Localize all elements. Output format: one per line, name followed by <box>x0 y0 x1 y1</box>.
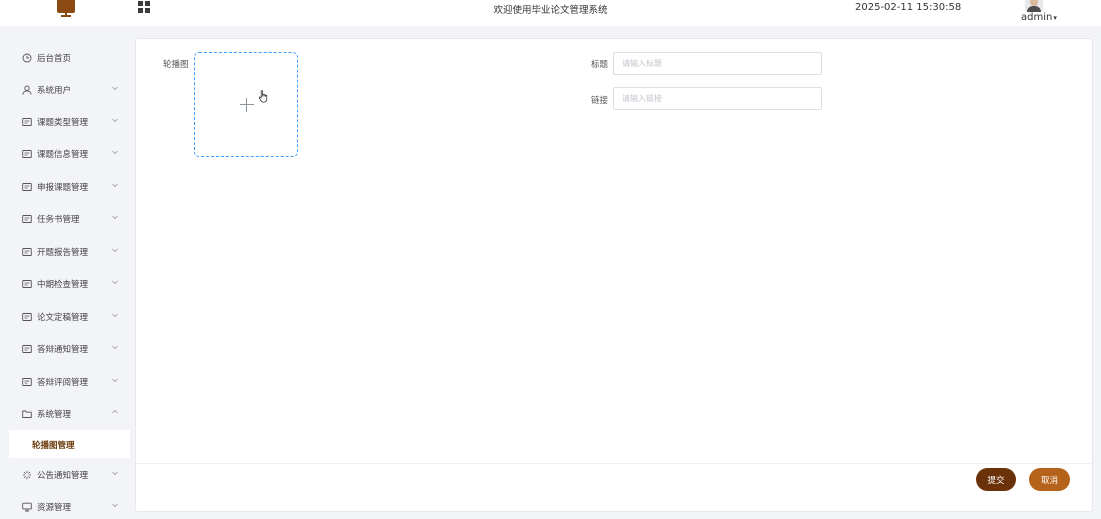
link-input[interactable] <box>613 87 822 110</box>
chevron-down-icon <box>112 86 118 91</box>
sidebar-item-midterm-checks[interactable]: 中期检查管理 <box>0 269 130 299</box>
sidebar-item-system-users[interactable]: 系统用户 <box>0 75 130 105</box>
image-upload[interactable] <box>194 52 298 157</box>
user-icon <box>22 85 32 95</box>
sidebar-item-label: 后台首页 <box>37 54 72 64</box>
chevron-down-icon <box>112 248 118 253</box>
username: admin <box>1021 12 1053 23</box>
card-icon <box>22 118 32 126</box>
caret-down-icon: ▾ <box>1053 14 1057 22</box>
sidebar-item-label: 答辩通知管理 <box>37 345 89 355</box>
top-header: 欢迎使用毕业论文管理系统 2025-02-11 15:30:58 admin▾ <box>0 0 1101 26</box>
chevron-down-icon <box>112 503 118 508</box>
plus-icon <box>240 104 254 105</box>
image-field-label: 轮播图 <box>163 60 189 70</box>
clock-icon <box>22 53 32 63</box>
submit-button[interactable]: 提交 <box>976 468 1016 491</box>
sidebar-item-label: 系统管理 <box>37 410 72 420</box>
sidebar-item-label: 论文定稿管理 <box>37 313 89 323</box>
title-input[interactable] <box>613 52 822 75</box>
chevron-down-icon <box>112 471 118 476</box>
card-icon <box>22 280 32 288</box>
monitor-icon <box>22 502 32 512</box>
user-menu[interactable]: admin▾ <box>1021 12 1057 23</box>
chevron-down-icon <box>112 313 118 318</box>
chevron-down-icon <box>112 378 118 383</box>
sidebar-item-home[interactable]: 后台首页 <box>0 43 130 73</box>
card-icon <box>22 215 32 223</box>
chevron-down-icon <box>112 118 118 123</box>
chevron-down-icon <box>112 150 118 155</box>
card-icon <box>22 248 32 256</box>
card-icon <box>22 313 32 321</box>
card-icon <box>22 150 32 158</box>
sparkle-icon <box>22 470 32 480</box>
chevron-down-icon <box>112 215 118 220</box>
datetime-display: 2025-02-11 15:30:58 <box>855 2 962 13</box>
sidebar: 后台首页 系统用户 课题类型管理 课题信息管理 申报课题管理 任务书管理 开题报… <box>0 26 130 519</box>
sidebar-item-label: 课题信息管理 <box>37 150 89 160</box>
sidebar-item-label: 开题报告管理 <box>37 248 89 258</box>
sidebar-item-label: 公告通知管理 <box>37 471 89 481</box>
link-field-label: 链接 <box>591 96 609 106</box>
chevron-down-icon <box>112 183 118 188</box>
avatar[interactable] <box>1025 0 1043 12</box>
sidebar-item-announcements[interactable]: 公告通知管理 <box>0 460 130 490</box>
sidebar-item-topic-info[interactable]: 课题信息管理 <box>0 139 130 169</box>
sidebar-item-topic-applications[interactable]: 申报课题管理 <box>0 172 130 202</box>
sidebar-item-label: 答辩评阅管理 <box>37 378 89 388</box>
hand-cursor-icon <box>258 90 268 103</box>
chevron-down-icon <box>112 280 118 285</box>
chevron-up-icon <box>112 409 118 414</box>
sidebar-item-task-books[interactable]: 任务书管理 <box>0 204 130 234</box>
card-icon <box>22 345 32 353</box>
card-icon <box>22 183 32 191</box>
sidebar-item-label: 申报课题管理 <box>37 183 89 193</box>
chevron-down-icon <box>112 345 118 350</box>
sidebar-item-defense-reviews[interactable]: 答辩评阅管理 <box>0 367 130 397</box>
footer-divider <box>136 463 1092 464</box>
sidebar-subitem-carousel-management[interactable]: 轮播图管理 <box>9 430 130 458</box>
sidebar-item-label: 系统用户 <box>37 86 72 96</box>
folder-icon <box>22 410 32 418</box>
sidebar-item-label: 中期检查管理 <box>37 280 89 290</box>
sidebar-subitem-label: 轮播图管理 <box>32 441 75 451</box>
form-card: 轮播图 标题 链接 提交 取消 <box>135 38 1093 512</box>
sidebar-item-label: 资源管理 <box>37 503 72 513</box>
sidebar-item-system-management[interactable]: 系统管理 <box>0 399 130 429</box>
card-icon <box>22 378 32 386</box>
sidebar-item-proposal-reports[interactable]: 开题报告管理 <box>0 237 130 267</box>
sidebar-item-defense-notices[interactable]: 答辩通知管理 <box>0 334 130 364</box>
sidebar-item-label: 任务书管理 <box>37 215 80 225</box>
title-field-label: 标题 <box>591 60 609 70</box>
sidebar-item-label: 课题类型管理 <box>37 118 89 128</box>
cancel-button[interactable]: 取消 <box>1029 468 1070 491</box>
sidebar-item-thesis-finals[interactable]: 论文定稿管理 <box>0 302 130 332</box>
sidebar-item-resources[interactable]: 资源管理 <box>0 492 130 519</box>
sidebar-item-topic-types[interactable]: 课题类型管理 <box>0 107 130 137</box>
